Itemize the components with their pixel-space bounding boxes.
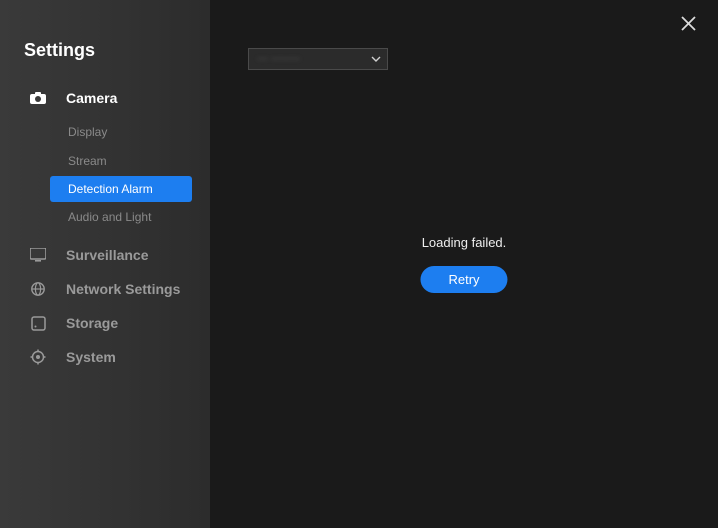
storage-icon bbox=[30, 315, 46, 331]
nav-item-storage[interactable]: Storage bbox=[0, 306, 210, 340]
nav-item-camera[interactable]: Camera bbox=[0, 81, 210, 115]
nav-item-label: Network Settings bbox=[66, 281, 180, 297]
sub-item-detection-alarm[interactable]: Detection Alarm bbox=[50, 176, 192, 202]
app-root: Settings Camera Display Stream Detection… bbox=[0, 0, 718, 528]
close-icon bbox=[681, 16, 696, 36]
camera-icon bbox=[30, 90, 46, 106]
nav-item-label: Storage bbox=[66, 315, 118, 331]
nav-item-system[interactable]: System bbox=[0, 340, 210, 374]
sub-item-stream[interactable]: Stream bbox=[0, 147, 210, 175]
nav-item-network-settings[interactable]: Network Settings bbox=[0, 272, 210, 306]
nav-section-camera: Camera Display Stream Detection Alarm Au… bbox=[0, 81, 210, 236]
loading-failed-panel: Loading failed. Retry bbox=[420, 235, 507, 293]
monitor-icon bbox=[30, 247, 46, 263]
nav-item-label: System bbox=[66, 349, 116, 365]
loading-failed-text: Loading failed. bbox=[422, 235, 507, 250]
sub-item-audio-and-light[interactable]: Audio and Light bbox=[0, 203, 210, 231]
sidebar-title: Settings bbox=[0, 40, 210, 81]
close-button[interactable] bbox=[678, 16, 698, 36]
settings-sidebar: Settings Camera Display Stream Detection… bbox=[0, 0, 210, 528]
camera-select-dropdown[interactable]: ··· ········ bbox=[248, 48, 388, 70]
nav-item-surveillance[interactable]: Surveillance bbox=[0, 238, 210, 272]
main-panel: ··· ········ Loading failed. Retry bbox=[210, 0, 718, 528]
gear-icon bbox=[30, 349, 46, 365]
globe-icon bbox=[30, 281, 46, 297]
nav-item-label: Surveillance bbox=[66, 247, 149, 263]
retry-button[interactable]: Retry bbox=[420, 266, 507, 293]
sub-item-display[interactable]: Display bbox=[0, 118, 210, 146]
chevron-down-icon bbox=[371, 56, 381, 62]
dropdown-selected-text: ··· ········ bbox=[257, 53, 371, 65]
nav-item-label: Camera bbox=[66, 90, 117, 106]
nav-sublist-camera: Display Stream Detection Alarm Audio and… bbox=[0, 115, 210, 236]
